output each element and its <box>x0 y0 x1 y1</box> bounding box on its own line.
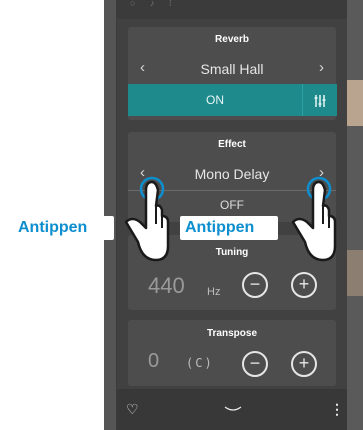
reverb-toggle-button[interactable]: ON <box>128 84 302 116</box>
tap-hand-icon <box>124 176 170 262</box>
chevron-down-icon[interactable] <box>224 406 242 414</box>
background-strip-left <box>104 0 116 430</box>
minus-circle-icon[interactable]: − <box>242 272 268 298</box>
reverb-card: Reverb ‹ Small Hall › ON <box>128 27 337 120</box>
background-strip-right <box>347 0 363 430</box>
transpose-unit: (C) <box>186 356 214 370</box>
effect-title: Effect <box>218 139 246 150</box>
status-icons: ○ ♪ ⁝ <box>130 0 178 8</box>
reverb-title: Reverb <box>215 34 249 45</box>
sliders-icon[interactable] <box>302 84 337 116</box>
reverb-selector[interactable]: ‹ Small Hall › <box>128 56 336 84</box>
minus-circle-icon[interactable]: − <box>242 351 268 377</box>
background-swatch <box>347 80 363 126</box>
background-swatch <box>347 250 363 296</box>
reverb-value: Small Hall <box>200 61 264 77</box>
plus-circle-icon[interactable]: + <box>291 272 317 298</box>
transpose-title: Transpose <box>206 328 258 339</box>
bottom-bar: ♡ ⋮ <box>117 389 347 430</box>
tap-hand-icon <box>291 176 337 262</box>
plus-circle-icon[interactable]: + <box>291 351 317 377</box>
more-vertical-icon[interactable]: ⋮ <box>330 401 344 418</box>
transpose-card: Transpose 0 (C) − + <box>128 320 336 386</box>
reverb-toggle-label: ON <box>206 93 224 107</box>
annotation-left: Antippen <box>18 219 88 236</box>
annotation-right: Antippen <box>185 219 255 236</box>
tuning-unit: Hz <box>207 286 221 298</box>
chevron-right-icon[interactable]: › <box>319 59 324 76</box>
tuning-value: 440 <box>148 273 185 298</box>
transpose-value: 0 <box>148 350 160 372</box>
heart-icon[interactable]: ♡ <box>126 401 139 418</box>
